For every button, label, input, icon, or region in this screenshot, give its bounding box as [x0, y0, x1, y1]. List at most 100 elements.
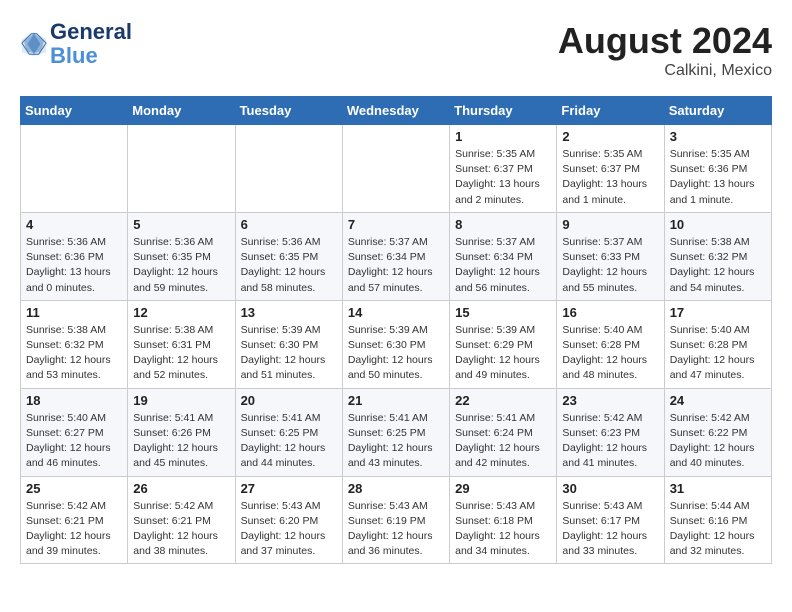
day-number: 14 [348, 305, 444, 320]
calendar-day-27: 27 Sunrise: 5:43 AM Sunset: 6:20 PM Dayli… [235, 476, 342, 564]
empty-cell [342, 125, 449, 213]
day-info: Sunrise: 5:41 AM Sunset: 6:26 PM Dayligh… [133, 411, 229, 472]
calendar-day-28: 28 Sunrise: 5:43 AM Sunset: 6:19 PM Dayli… [342, 476, 449, 564]
day-info: Sunrise: 5:38 AM Sunset: 6:32 PM Dayligh… [670, 235, 766, 296]
day-info: Sunrise: 5:37 AM Sunset: 6:34 PM Dayligh… [348, 235, 444, 296]
empty-cell [235, 125, 342, 213]
calendar-day-17: 17 Sunrise: 5:40 AM Sunset: 6:28 PM Dayli… [664, 300, 771, 388]
header-day-sunday: Sunday [21, 97, 128, 125]
calendar-day-26: 26 Sunrise: 5:42 AM Sunset: 6:21 PM Dayli… [128, 476, 235, 564]
day-number: 25 [26, 481, 122, 496]
day-info: Sunrise: 5:38 AM Sunset: 6:31 PM Dayligh… [133, 323, 229, 384]
calendar-day-10: 10 Sunrise: 5:38 AM Sunset: 6:32 PM Dayli… [664, 212, 771, 300]
day-number: 21 [348, 393, 444, 408]
calendar-header: SundayMondayTuesdayWednesdayThursdayFrid… [21, 97, 772, 125]
calendar-week-3: 11 Sunrise: 5:38 AM Sunset: 6:32 PM Dayli… [21, 300, 772, 388]
day-number: 16 [562, 305, 658, 320]
day-number: 28 [348, 481, 444, 496]
calendar-week-4: 18Sunrise: 5:40 AM Sunset: 6:27 PM Dayli… [21, 388, 772, 476]
day-info: Sunrise: 5:39 AM Sunset: 6:30 PM Dayligh… [348, 323, 444, 384]
logo-text: GeneralBlue [50, 20, 132, 68]
calendar-day-16: 16 Sunrise: 5:40 AM Sunset: 6:28 PM Dayli… [557, 300, 664, 388]
calendar-day-21: 21 Sunrise: 5:41 AM Sunset: 6:25 PM Dayli… [342, 388, 449, 476]
day-number: 11 [26, 305, 122, 320]
page-header: GeneralBlue August 2024 Calkini, Mexico [20, 20, 772, 80]
day-number: 18 [26, 393, 122, 408]
calendar-day-12: 12 Sunrise: 5:38 AM Sunset: 6:31 PM Dayli… [128, 300, 235, 388]
calendar-day-20: 20 Sunrise: 5:41 AM Sunset: 6:25 PM Dayli… [235, 388, 342, 476]
day-info: Sunrise: 5:37 AM Sunset: 6:33 PM Dayligh… [562, 235, 658, 296]
calendar-week-1: 1Sunrise: 5:35 AM Sunset: 6:37 PM Daylig… [21, 125, 772, 213]
day-number: 20 [241, 393, 337, 408]
day-info: Sunrise: 5:44 AM Sunset: 6:16 PM Dayligh… [670, 499, 766, 560]
day-info: Sunrise: 5:36 AM Sunset: 6:35 PM Dayligh… [241, 235, 337, 296]
calendar-day-2: 2 Sunrise: 5:35 AM Sunset: 6:37 PM Daylig… [557, 125, 664, 213]
day-number: 3 [670, 129, 766, 144]
day-info: Sunrise: 5:35 AM Sunset: 6:37 PM Dayligh… [562, 147, 658, 208]
day-number: 7 [348, 217, 444, 232]
calendar-day-3: 3 Sunrise: 5:35 AM Sunset: 6:36 PM Daylig… [664, 125, 771, 213]
day-info: Sunrise: 5:40 AM Sunset: 6:28 PM Dayligh… [562, 323, 658, 384]
calendar-day-9: 9 Sunrise: 5:37 AM Sunset: 6:33 PM Daylig… [557, 212, 664, 300]
logo-icon [20, 30, 48, 58]
day-info: Sunrise: 5:36 AM Sunset: 6:36 PM Dayligh… [26, 235, 122, 296]
day-number: 10 [670, 217, 766, 232]
day-info: Sunrise: 5:42 AM Sunset: 6:22 PM Dayligh… [670, 411, 766, 472]
day-info: Sunrise: 5:43 AM Sunset: 6:18 PM Dayligh… [455, 499, 551, 560]
day-info: Sunrise: 5:39 AM Sunset: 6:30 PM Dayligh… [241, 323, 337, 384]
calendar-day-13: 13 Sunrise: 5:39 AM Sunset: 6:30 PM Dayli… [235, 300, 342, 388]
empty-cell [21, 125, 128, 213]
day-number: 9 [562, 217, 658, 232]
day-info: Sunrise: 5:41 AM Sunset: 6:24 PM Dayligh… [455, 411, 551, 472]
day-number: 4 [26, 217, 122, 232]
day-number: 15 [455, 305, 551, 320]
day-info: Sunrise: 5:37 AM Sunset: 6:34 PM Dayligh… [455, 235, 551, 296]
day-number: 23 [562, 393, 658, 408]
day-info: Sunrise: 5:43 AM Sunset: 6:19 PM Dayligh… [348, 499, 444, 560]
day-number: 27 [241, 481, 337, 496]
day-number: 6 [241, 217, 337, 232]
calendar-day-19: 19Sunrise: 5:41 AM Sunset: 6:26 PM Dayli… [128, 388, 235, 476]
day-info: Sunrise: 5:40 AM Sunset: 6:28 PM Dayligh… [670, 323, 766, 384]
day-info: Sunrise: 5:35 AM Sunset: 6:37 PM Dayligh… [455, 147, 551, 208]
header-day-friday: Friday [557, 97, 664, 125]
header-day-thursday: Thursday [450, 97, 557, 125]
day-info: Sunrise: 5:41 AM Sunset: 6:25 PM Dayligh… [348, 411, 444, 472]
day-number: 5 [133, 217, 229, 232]
day-number: 26 [133, 481, 229, 496]
calendar-day-14: 14 Sunrise: 5:39 AM Sunset: 6:30 PM Dayli… [342, 300, 449, 388]
calendar-table: SundayMondayTuesdayWednesdayThursdayFrid… [20, 96, 772, 564]
day-number: 31 [670, 481, 766, 496]
calendar-day-8: 8Sunrise: 5:37 AM Sunset: 6:34 PM Daylig… [450, 212, 557, 300]
calendar-day-23: 23Sunrise: 5:42 AM Sunset: 6:23 PM Dayli… [557, 388, 664, 476]
month-year: August 2024 [558, 20, 772, 62]
calendar-day-29: 29Sunrise: 5:43 AM Sunset: 6:18 PM Dayli… [450, 476, 557, 564]
header-row: SundayMondayTuesdayWednesdayThursdayFrid… [21, 97, 772, 125]
calendar-day-25: 25Sunrise: 5:42 AM Sunset: 6:21 PM Dayli… [21, 476, 128, 564]
header-day-tuesday: Tuesday [235, 97, 342, 125]
header-day-wednesday: Wednesday [342, 97, 449, 125]
day-info: Sunrise: 5:43 AM Sunset: 6:20 PM Dayligh… [241, 499, 337, 560]
day-info: Sunrise: 5:43 AM Sunset: 6:17 PM Dayligh… [562, 499, 658, 560]
day-info: Sunrise: 5:38 AM Sunset: 6:32 PM Dayligh… [26, 323, 122, 384]
day-info: Sunrise: 5:41 AM Sunset: 6:25 PM Dayligh… [241, 411, 337, 472]
location: Calkini, Mexico [558, 62, 772, 80]
day-number: 17 [670, 305, 766, 320]
calendar-day-22: 22Sunrise: 5:41 AM Sunset: 6:24 PM Dayli… [450, 388, 557, 476]
calendar-day-24: 24Sunrise: 5:42 AM Sunset: 6:22 PM Dayli… [664, 388, 771, 476]
calendar-day-15: 15Sunrise: 5:39 AM Sunset: 6:29 PM Dayli… [450, 300, 557, 388]
day-info: Sunrise: 5:35 AM Sunset: 6:36 PM Dayligh… [670, 147, 766, 208]
day-number: 2 [562, 129, 658, 144]
calendar-day-1: 1Sunrise: 5:35 AM Sunset: 6:37 PM Daylig… [450, 125, 557, 213]
calendar-week-5: 25 Sunrise: 5:42 AM Sunset: 6:21 PM Dayli… [21, 476, 772, 564]
calendar-day-30: 30 Sunrise: 5:43 AM Sunset: 6:17 PM Dayli… [557, 476, 664, 564]
day-number: 12 [133, 305, 229, 320]
calendar-day-7: 7 Sunrise: 5:37 AM Sunset: 6:34 PM Daylig… [342, 212, 449, 300]
day-number: 30 [562, 481, 658, 496]
empty-cell [128, 125, 235, 213]
calendar-day-6: 6 Sunrise: 5:36 AM Sunset: 6:35 PM Daylig… [235, 212, 342, 300]
day-number: 13 [241, 305, 337, 320]
header-day-saturday: Saturday [664, 97, 771, 125]
calendar-week-2: 4 Sunrise: 5:36 AM Sunset: 6:36 PM Daylig… [21, 212, 772, 300]
day-info: Sunrise: 5:42 AM Sunset: 6:21 PM Dayligh… [133, 499, 229, 560]
